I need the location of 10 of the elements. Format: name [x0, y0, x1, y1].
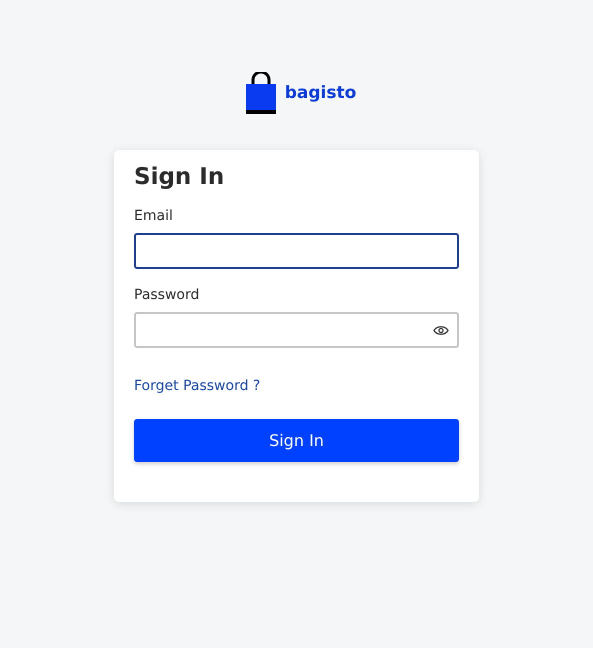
sign-in-button[interactable]: Sign In — [134, 419, 459, 462]
brand-name: bagisto — [284, 83, 356, 103]
field-label: Email — [134, 208, 174, 224]
form-title: Sign In — [134, 164, 226, 190]
password-field[interactable] — [134, 312, 459, 348]
shopping-bag-icon — [244, 72, 277, 114]
email-field[interactable] — [134, 233, 459, 269]
eye-icon[interactable] — [433, 324, 449, 336]
forgot-password-link[interactable]: Forget Password ? — [134, 378, 260, 394]
field-label: Password — [134, 287, 200, 303]
